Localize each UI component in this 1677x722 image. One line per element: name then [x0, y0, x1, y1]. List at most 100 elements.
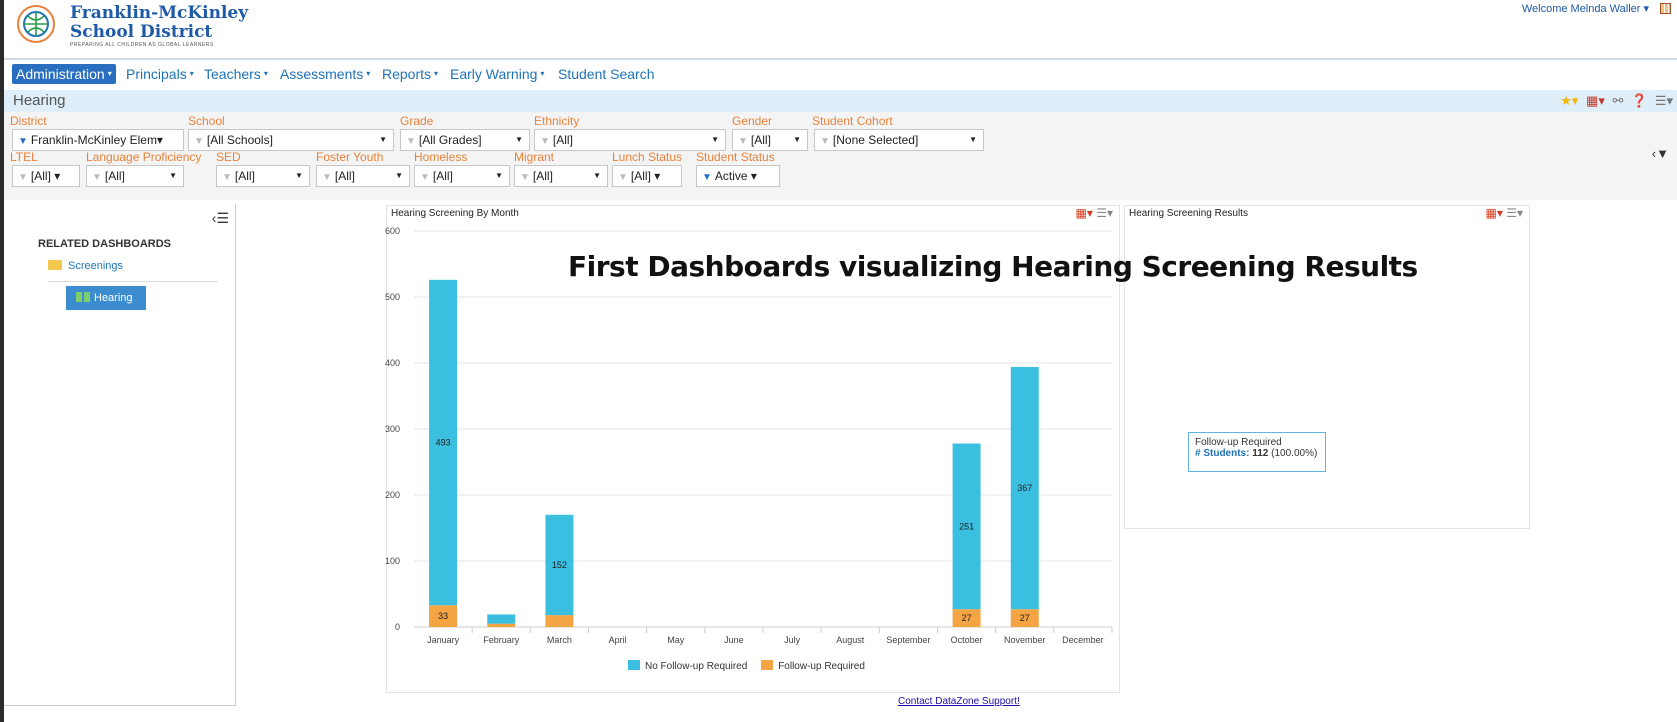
- filter-icon: ▼: [820, 136, 830, 147]
- nav-teachers[interactable]: Teachers ▾: [200, 64, 272, 84]
- grade-select[interactable]: ▼ [All Grades] ▼: [400, 129, 530, 151]
- chart-menu-icon[interactable]: ☰▾: [1506, 206, 1523, 220]
- legend-label: Follow-up Required: [778, 661, 865, 672]
- foster-youth-value: [All]: [334, 169, 355, 183]
- filter-label-student-cohort: Student Cohort: [812, 114, 893, 128]
- collapse-filters-icon[interactable]: ‹▼: [1652, 146, 1669, 161]
- apps-grid-icon[interactable]: [1660, 3, 1671, 14]
- filter-label-gender: Gender: [732, 114, 773, 128]
- filter-icon: ▼: [520, 172, 530, 183]
- ethnicity-select[interactable]: ▼ [All] ▼: [534, 129, 726, 151]
- nav-student-search[interactable]: Student Search: [554, 64, 659, 84]
- district-logo[interactable]: [16, 4, 56, 44]
- ethnicity-value: [All]: [552, 133, 573, 147]
- lunch-status-value: [All] ▾: [630, 169, 661, 183]
- legend-label: No Follow-up Required: [645, 661, 748, 672]
- link-icon[interactable]: ⚯: [1612, 93, 1623, 108]
- grade-value: [All Grades]: [418, 133, 482, 147]
- filter-label-foster-youth: Foster Youth: [316, 150, 384, 164]
- dropdown-arrow-icon: ▼: [295, 171, 303, 180]
- chart2-toolbar: ▦▾ ☰▾: [1486, 206, 1524, 220]
- language-proficiency-select[interactable]: ▼ [All] ▼: [86, 165, 184, 187]
- chart-type-grid-icon[interactable]: ▦▾: [1076, 206, 1093, 220]
- sed-select[interactable]: ▼ [All] ▼: [216, 165, 310, 187]
- student-cohort-select[interactable]: ▼ [None Selected] ▼: [814, 129, 984, 151]
- user-menu[interactable]: Welcome Melnda Waller ▾: [1522, 2, 1649, 15]
- dropdown-arrow-icon: ▼: [593, 171, 601, 180]
- sed-value: [All]: [234, 169, 255, 183]
- dashboard-link-hearing[interactable]: Hearing: [66, 286, 146, 310]
- ltel-select[interactable]: ▼ [All] ▾: [12, 165, 80, 187]
- gender-select[interactable]: ▼ [All] ▼: [732, 129, 808, 151]
- nav-principals[interactable]: Principals ▾: [122, 64, 198, 84]
- chart1-title: Hearing Screening By Month: [391, 208, 519, 219]
- grid-menu-icon[interactable]: ▦▾: [1586, 93, 1605, 108]
- caret-icon: ▾: [434, 69, 439, 78]
- brand: Franklin-McKinley School District PREPAR…: [70, 4, 248, 49]
- folder-screenings[interactable]: Screenings: [48, 260, 218, 282]
- favorite-star-icon[interactable]: ★▾: [1560, 93, 1578, 108]
- migrant-value: [All]: [532, 169, 553, 183]
- chart1-legend: No Follow-up Required Follow-up Required: [628, 660, 865, 672]
- related-dashboards-heading: RELATED DASHBOARDS: [38, 238, 172, 250]
- filter-icon: ▼: [322, 172, 332, 183]
- nav-early-warning[interactable]: Early Warning ▾: [446, 64, 548, 84]
- related-dashboards-sidebar: ‹☰ RELATED DASHBOARDS Screenings Hearing: [4, 204, 236, 706]
- support-link[interactable]: Contact DataZone Support!: [898, 696, 1020, 707]
- filter-label-grade: Grade: [400, 114, 434, 128]
- district-select[interactable]: ▼ Franklin-McKinley Elem▾: [12, 129, 184, 151]
- district-value: Franklin-McKinley Elem▾: [30, 133, 163, 147]
- nav-label: Reports: [382, 66, 432, 82]
- school-value: [All Schools]: [206, 133, 273, 147]
- filter-label-district: District: [10, 114, 47, 128]
- school-select[interactable]: ▼ [All Schools] ▼: [188, 129, 394, 151]
- nav-label: Assessments: [280, 66, 364, 82]
- main-nav: Administration ▾ Principals ▾ Teachers ▾ As…: [4, 58, 1677, 88]
- help-icon[interactable]: ❓: [1631, 93, 1647, 108]
- caret-icon: ▾: [189, 69, 194, 78]
- filter-icon: ▼: [738, 136, 748, 147]
- folder-icon: [48, 260, 62, 270]
- filter-panel: District School Grade Ethnicity Gender S…: [4, 112, 1677, 200]
- migrant-select[interactable]: ▼ [All] ▼: [514, 165, 608, 187]
- filter-icon: ▼: [540, 136, 550, 147]
- collapse-sidebar-icon[interactable]: ‹☰: [212, 210, 229, 227]
- nav-administration[interactable]: Administration ▾: [12, 64, 116, 84]
- filter-icon: ▼: [618, 172, 628, 183]
- student-status-value: Active ▾: [714, 169, 757, 183]
- gender-value: [All]: [750, 133, 771, 147]
- dashboard-link-label: Hearing: [94, 292, 133, 304]
- legend-swatch: [761, 660, 774, 670]
- homeless-select[interactable]: ▼ [All] ▼: [414, 165, 510, 187]
- filter-label-language-proficiency: Language Proficiency: [86, 150, 202, 164]
- filter-icon: ▼: [18, 136, 28, 147]
- filter-label-sed: SED: [216, 150, 241, 164]
- chart-tooltip: Follow-up Required # Students: 112 (100.…: [1188, 432, 1326, 472]
- nav-assessments[interactable]: Assessments ▾: [276, 64, 374, 84]
- dropdown-arrow-icon: ▼: [395, 171, 403, 180]
- caret-icon: ▾: [107, 69, 112, 78]
- lunch-status-select[interactable]: ▼ [All] ▾: [612, 165, 682, 187]
- caret-icon: ▾: [540, 69, 545, 78]
- filter-label-lunch-status: Lunch Status: [612, 150, 683, 164]
- homeless-value: [All]: [432, 169, 453, 183]
- dropdown-arrow-icon: ▼: [793, 135, 801, 144]
- overlay-caption: First Dashboards visualizing Hearing Scr…: [568, 250, 1418, 283]
- tooltip-body: # Students: 112 (100.00%): [1195, 448, 1319, 459]
- tooltip-value: 112: [1252, 448, 1269, 459]
- student-status-select[interactable]: ▼ Active ▾: [696, 165, 780, 187]
- dropdown-arrow-icon: ▼: [711, 135, 719, 144]
- nav-label: Administration: [16, 66, 105, 82]
- chart-menu-icon[interactable]: ☰▾: [1096, 206, 1113, 220]
- chart-type-grid-icon[interactable]: ▦▾: [1486, 206, 1503, 220]
- hamburger-menu-icon[interactable]: ☰▾: [1655, 93, 1673, 108]
- legend-item-followup[interactable]: Follow-up Required: [761, 660, 865, 672]
- filter-icon: ▼: [420, 172, 430, 183]
- nav-reports[interactable]: Reports ▾: [378, 64, 442, 84]
- page-title: Hearing: [13, 92, 66, 109]
- legend-item-no-followup[interactable]: No Follow-up Required: [628, 660, 748, 672]
- nav-label: Student Search: [558, 66, 655, 82]
- foster-youth-select[interactable]: ▼ [All] ▼: [316, 165, 410, 187]
- filter-icon: ▼: [92, 172, 102, 183]
- filter-label-migrant: Migrant: [514, 150, 555, 164]
